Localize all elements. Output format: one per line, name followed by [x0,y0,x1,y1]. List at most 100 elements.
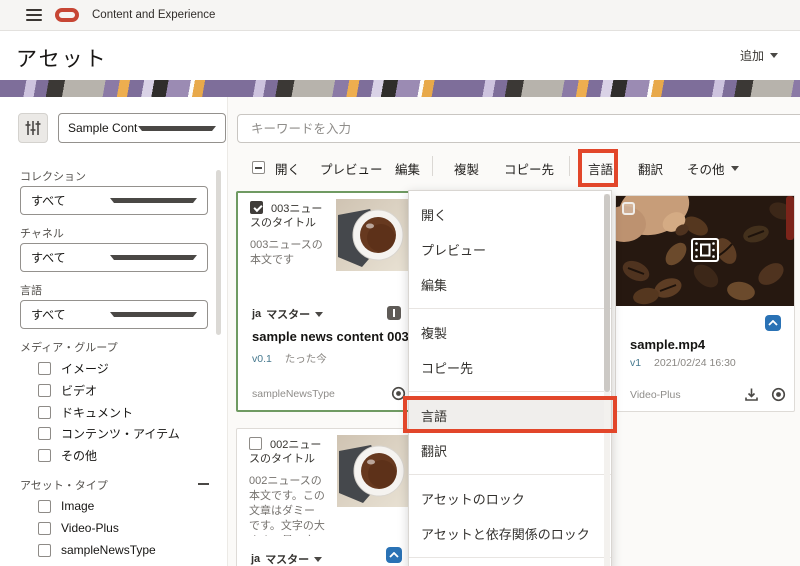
context-menu: 開く プレビュー 編集 複製 コピー先 言語 翻訳 アセットのロック アセットと… [408,190,612,566]
checkbox-label: イメージ [61,362,109,376]
repository-select[interactable]: Sample Content Repo... [58,113,226,143]
language-filter-select[interactable]: すべて [20,300,208,329]
checkbox[interactable] [38,427,51,440]
collapse-minus-icon[interactable] [198,483,209,485]
menu-item-open[interactable]: 開く [409,197,611,232]
toolbar-copy-to[interactable]: コピー先 [504,159,554,178]
asset-card-news002[interactable]: 002ニュースのタイトル 002ニュースの本文です。この文章はダミーです。文字の… [236,428,416,566]
channel-filter-value: すべて [31,251,66,265]
menu-item-duplicate[interactable]: 複製 [409,315,611,350]
menu-item-lock-assets-deps[interactable]: アセットと依存関係のロック [409,516,611,551]
preview-eye-icon[interactable] [771,387,786,402]
select-all-checkbox[interactable] [252,161,265,174]
checkbox-row-image-jp: イメージ [38,360,109,377]
card-footer: sampleNewsType [252,386,406,401]
menu-item-copy-to[interactable]: コピー先 [409,350,611,385]
language-variant-selector[interactable]: ja マスター [252,306,324,322]
search-input[interactable] [237,114,800,143]
toolbar-language[interactable]: 言語 [588,159,613,178]
modified-time: 2021/02/24 16:30 [654,357,736,369]
toolbar-more[interactable]: その他 [687,159,739,178]
checkbox-label: Image [61,499,95,513]
collection-filter-value: すべて [31,194,66,208]
channel-filter-select[interactable]: すべて [20,243,208,272]
toolbar-translate[interactable]: 翻訳 [638,159,663,178]
toolbar-divider [432,156,433,176]
menu-item-language[interactable]: 言語 [409,398,611,433]
asset-grid-area: 開く プレビュー 編集 複製 コピー先 言語 翻訳 その他 [228,97,800,566]
preview-eye-icon[interactable] [391,386,406,401]
checkbox-label: その他 [61,449,98,463]
asset-card-news003[interactable]: 003ニュースのタイトル 003ニュースの本文です ja マスター sample… [236,191,416,412]
card-footer: Video-Plus [630,387,786,402]
modified-time: たった今 [284,353,327,365]
asset-type-text: sampleNewsType [252,387,335,400]
sliders-icon [25,121,41,135]
toolbar-open[interactable]: 開く [275,159,300,178]
top-bar: Content and Experience [0,0,800,31]
menu-item-translate[interactable]: 翻訳 [409,433,611,468]
chevron-down-icon [110,312,197,317]
card-checkbox[interactable] [622,202,635,215]
lang-code: ja [251,553,261,565]
toolbar-edit[interactable]: 編集 [395,159,420,178]
checkbox-row-other-jp: その他 [38,447,97,464]
asset-name: sample.mp4 [630,337,706,352]
checkbox[interactable] [38,499,51,513]
chevron-down-icon [315,311,324,317]
hamburger-menu-icon[interactable] [26,9,42,21]
card-checkbox-checked[interactable] [250,201,263,214]
version-label[interactable]: v1 [630,357,641,369]
language-variant-selector[interactable]: ja マスター [251,551,323,566]
download-icon[interactable] [744,387,759,402]
sidebar-scrollbar[interactable] [216,170,221,335]
coffee-cup-thumbnail [337,435,409,507]
chevron-down-icon [314,556,323,562]
oracle-logo-icon [55,8,79,22]
filter-toggle-button[interactable] [18,113,48,143]
checkbox[interactable] [38,449,51,462]
checkbox[interactable] [38,406,51,419]
checkbox-label: コンテンツ・アイテム [61,427,180,441]
checkbox-row-sample-news-type: sampleNewsType [38,543,156,557]
version-label[interactable]: v0.1 [252,353,272,365]
chevron-down-icon [110,198,197,203]
publish-status-badge [765,315,781,331]
checkbox-row-video-jp: ビデオ [38,382,97,399]
checkbox[interactable] [38,384,51,397]
checkbox-label: Video-Plus [61,521,119,535]
chevron-down-icon [730,166,739,171]
page-header: アセット 追加 [0,31,800,80]
variant-label: マスター [265,554,310,566]
app-title: Content and Experience [92,9,216,21]
chevron-down-icon [770,53,778,58]
menu-separator [409,391,611,392]
collection-filter-select[interactable]: すべて [20,186,208,215]
checkbox[interactable] [38,521,51,535]
add-button[interactable]: 追加 [740,47,778,64]
menu-separator [409,308,611,309]
menu-scrollbar[interactable] [604,194,610,392]
add-button-label: 追加 [739,49,764,63]
checkbox-label: ドキュメント [61,406,134,420]
card-checkbox[interactable] [249,437,262,450]
menu-item-preview[interactable]: プレビュー [409,232,611,267]
coffee-cup-thumbnail [336,199,408,271]
checkbox[interactable] [38,543,51,557]
toolbar-duplicate[interactable]: 複製 [454,159,479,178]
toolbar-preview[interactable]: プレビュー [320,159,383,178]
app-window: Content and Experience アセット 追加 Sample Co… [0,0,800,566]
chevron-up-icon [768,320,778,326]
asset-card-video[interactable]: sample.mp4 v1 2021/02/24 16:30 Video-Plu… [615,195,795,412]
menu-item-edit[interactable]: 編集 [409,267,611,302]
checkbox-row-content-item-jp: コンテンツ・アイテム [38,425,180,442]
menu-item-lock-assets[interactable]: アセットのロック [409,481,611,516]
page-title: アセット [16,47,108,71]
variant-label: マスター [266,309,311,321]
publish-status-badge [386,547,402,563]
language-filter-label: 言語 [20,285,42,297]
checkbox-label: ビデオ [61,384,98,398]
decorative-banner [0,80,800,97]
checkbox[interactable] [38,362,51,375]
asset-type-label: アセット・タイプ [20,480,108,492]
